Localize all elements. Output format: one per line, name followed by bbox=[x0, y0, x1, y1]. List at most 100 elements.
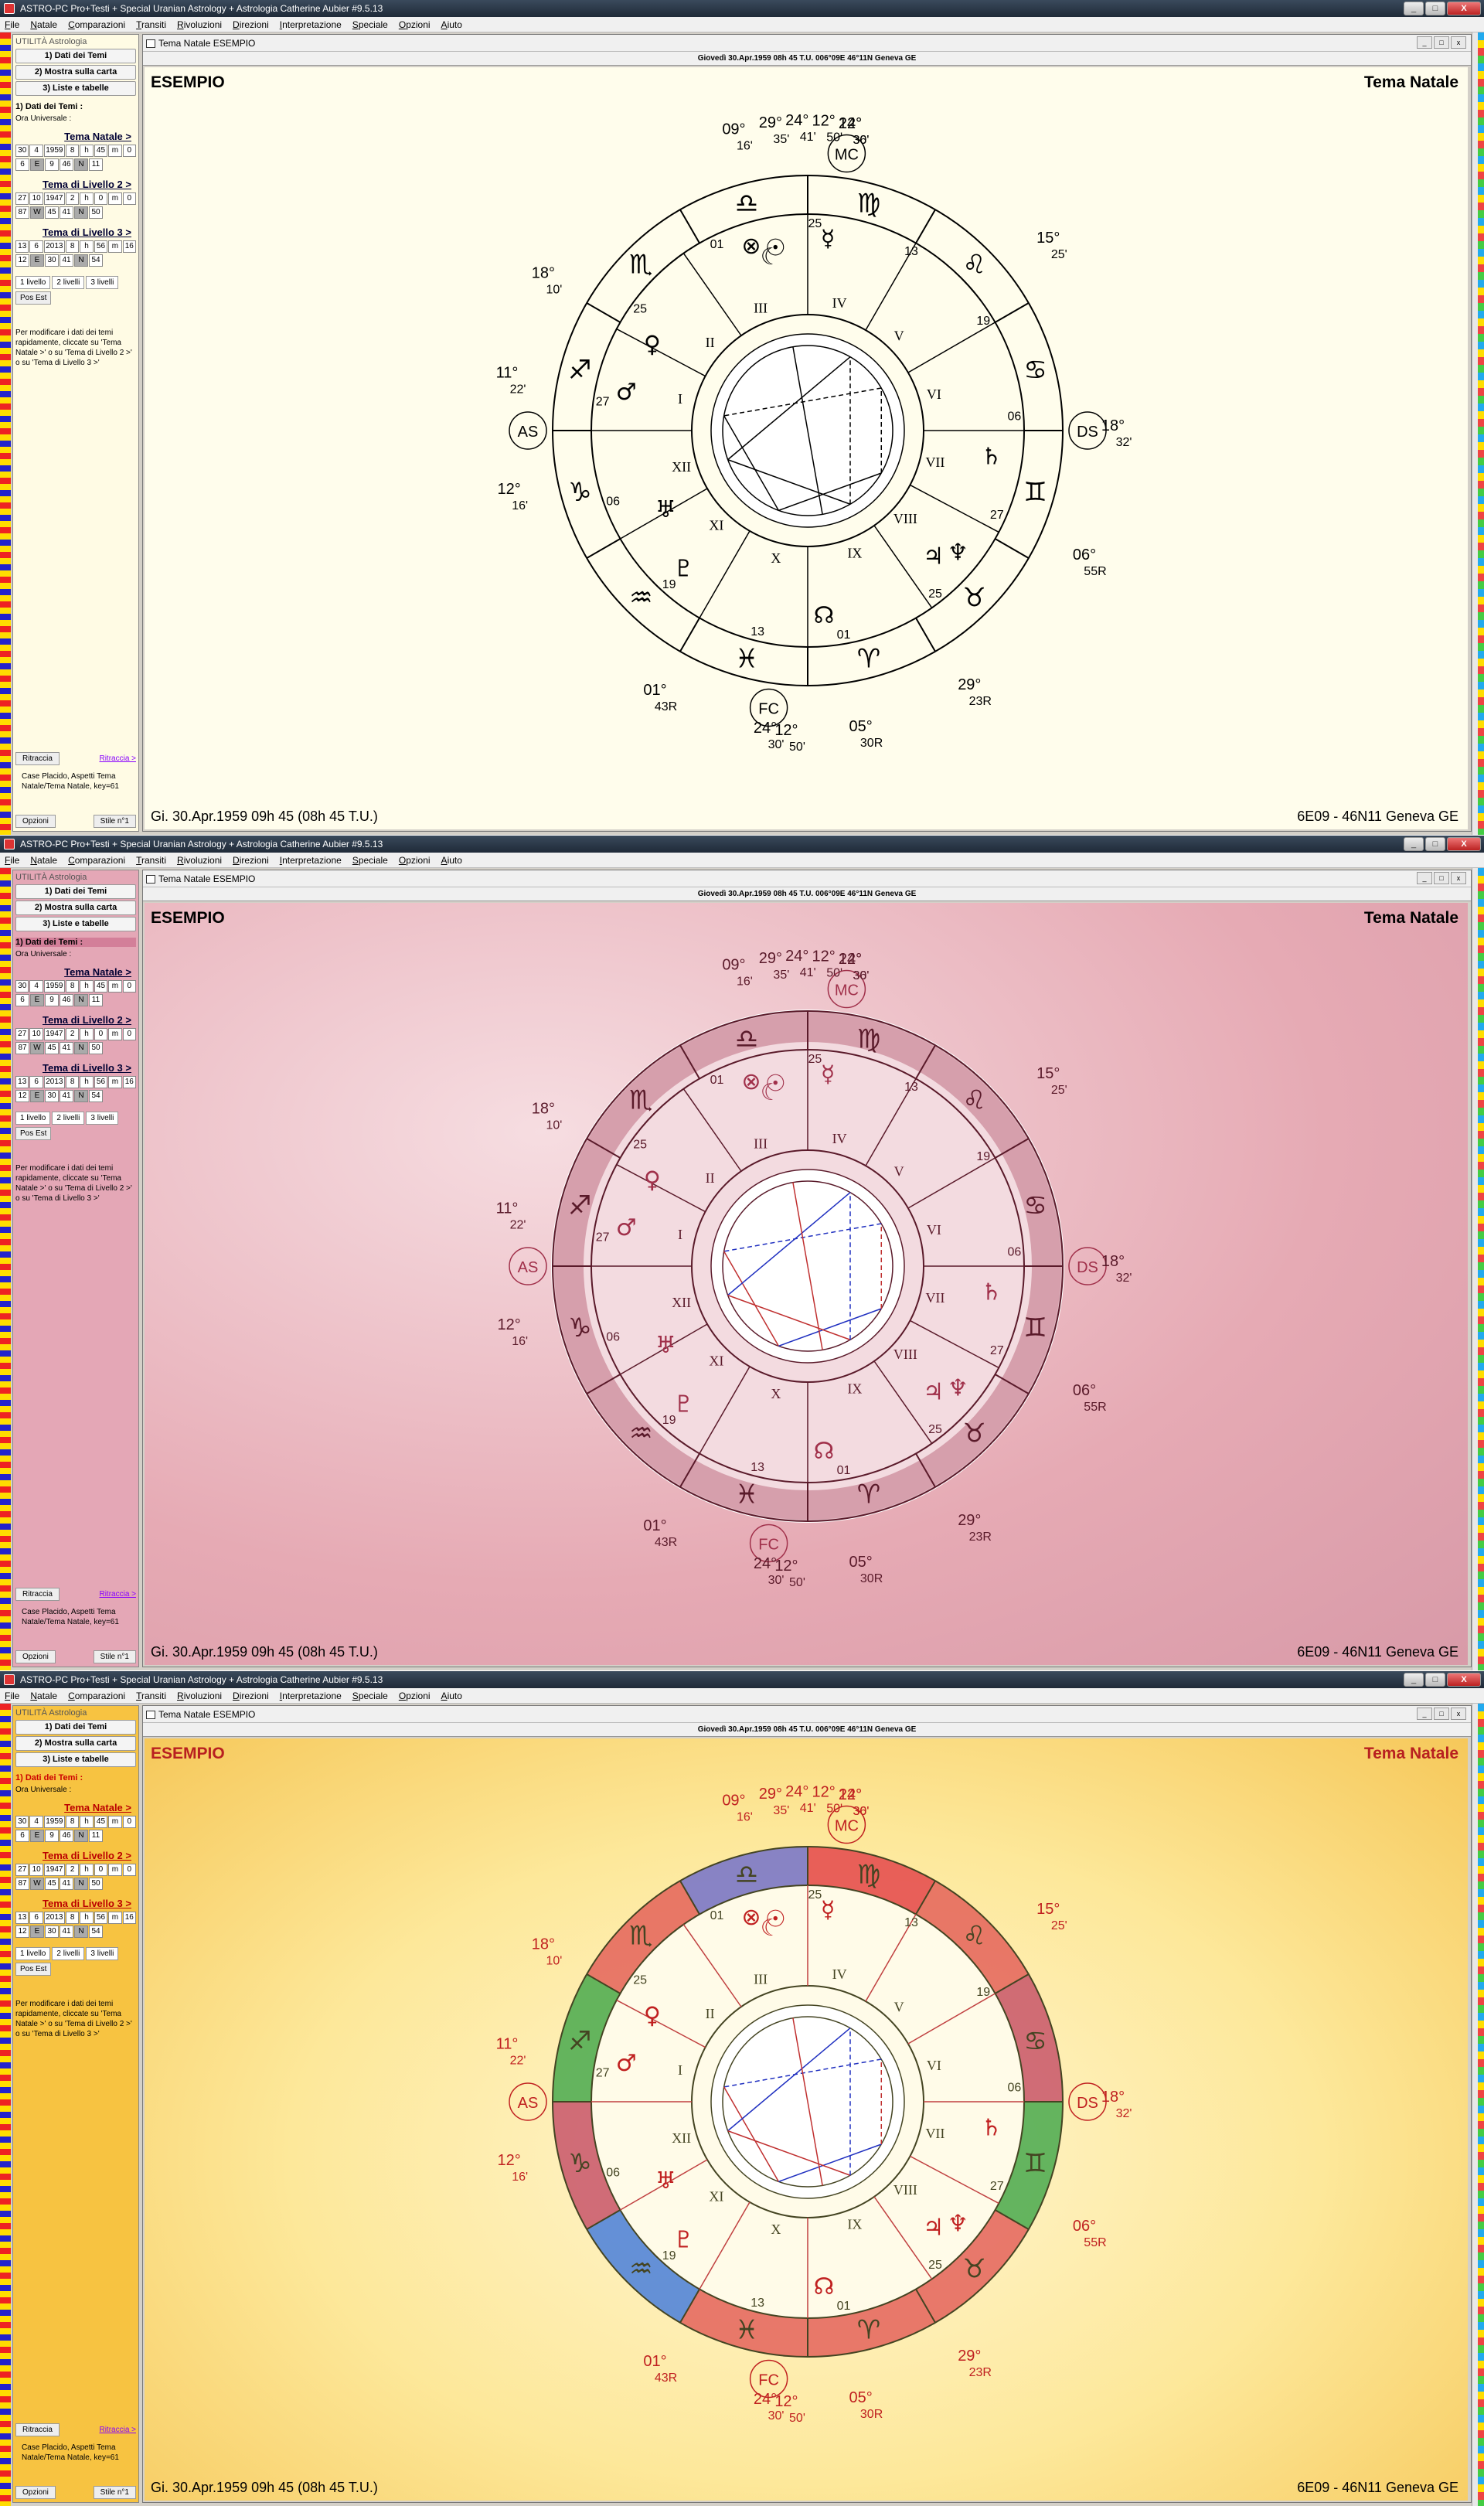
chart-area[interactable]: ESEMPIO Tema Natale ♈ ♉ ♊ ♋ ♌ ♍ ♎ ♏ ♐ ♑ ♒ ♓ I II III IV… bbox=[145, 903, 1468, 1665]
1-livello-button[interactable]: 1 livello bbox=[15, 276, 51, 289]
menu-direzioni[interactable]: Direzioni bbox=[233, 855, 269, 866]
livello3-link[interactable]: Tema di Livello 3 > bbox=[15, 1898, 131, 1909]
menu-rivoluzioni[interactable]: Rivoluzioni bbox=[177, 19, 222, 30]
date-cell[interactable]: 54 bbox=[89, 1925, 103, 1938]
date-cell[interactable]: 1959 bbox=[43, 145, 65, 157]
opzioni-button[interactable]: Opzioni bbox=[15, 815, 56, 828]
dati-temi-button[interactable]: 1) Dati dei Temi bbox=[15, 1720, 136, 1735]
date-cell[interactable]: m bbox=[108, 1076, 122, 1088]
ritraccia-link[interactable]: Ritraccia > bbox=[99, 1590, 136, 1599]
date-cell[interactable]: 46 bbox=[60, 994, 73, 1006]
date-cell[interactable]: h bbox=[80, 1028, 94, 1040]
date-cell[interactable]: 9 bbox=[45, 1830, 59, 1842]
date-cell[interactable]: 11 bbox=[89, 994, 103, 1006]
menu-comparazioni[interactable]: Comparazioni bbox=[68, 1691, 125, 1701]
date-cell[interactable]: 8 bbox=[65, 145, 80, 157]
date-cell[interactable]: 46 bbox=[60, 1830, 73, 1842]
chart-close-button[interactable]: x bbox=[1451, 872, 1466, 884]
1-livello-button[interactable]: 1 livello bbox=[15, 1112, 51, 1125]
date-cell[interactable]: m bbox=[108, 1028, 122, 1040]
date-cell[interactable]: 41 bbox=[60, 1878, 73, 1890]
date-cell[interactable]: 54 bbox=[89, 254, 103, 267]
menu-opzioni[interactable]: Opzioni bbox=[399, 1691, 431, 1701]
date-cell[interactable]: 11 bbox=[89, 158, 103, 171]
date-cell[interactable]: 8 bbox=[65, 980, 80, 993]
date-cell[interactable]: 8 bbox=[65, 1912, 80, 1924]
date-cell[interactable]: m bbox=[108, 192, 122, 205]
date-cell[interactable]: m bbox=[108, 1864, 122, 1876]
date-cell[interactable]: 30 bbox=[45, 1090, 59, 1102]
date-cell[interactable]: 10 bbox=[29, 1864, 43, 1876]
menu-transiti[interactable]: Transiti bbox=[136, 855, 166, 866]
menu-transiti[interactable]: Transiti bbox=[136, 1691, 166, 1701]
date-cell[interactable]: W bbox=[30, 206, 44, 219]
date-cell[interactable]: N bbox=[74, 1090, 88, 1102]
pos-est-button[interactable]: Pos Est bbox=[15, 1963, 52, 1976]
date-cell[interactable]: E bbox=[30, 994, 44, 1006]
date-cell[interactable]: h bbox=[80, 145, 94, 157]
date-cell[interactable]: 4 bbox=[29, 980, 43, 993]
date-cell[interactable]: 30 bbox=[15, 980, 29, 993]
menu-natale[interactable]: Natale bbox=[30, 855, 57, 866]
date-cell[interactable]: W bbox=[30, 1878, 44, 1890]
chart-max-button[interactable]: □ bbox=[1434, 872, 1449, 884]
2-livelli-button[interactable]: 2 livelli bbox=[52, 1947, 85, 1960]
date-cell[interactable]: 0 bbox=[122, 1816, 137, 1828]
date-cell[interactable]: m bbox=[108, 980, 122, 993]
date-cell[interactable]: N bbox=[74, 1925, 88, 1938]
date-cell[interactable]: 0 bbox=[122, 145, 137, 157]
date-cell[interactable]: 45 bbox=[45, 206, 59, 219]
livello2-link[interactable]: Tema di Livello 2 > bbox=[15, 1014, 131, 1026]
date-cell[interactable]: 16 bbox=[122, 1076, 137, 1088]
date-cell[interactable]: 41 bbox=[60, 1042, 73, 1054]
menu-aiuto[interactable]: Aiuto bbox=[441, 855, 462, 866]
date-cell[interactable]: 9 bbox=[45, 158, 59, 171]
date-cell[interactable]: h bbox=[80, 1864, 94, 1876]
menu-speciale[interactable]: Speciale bbox=[352, 855, 388, 866]
ritraccia-button[interactable]: Ritraccia bbox=[15, 2423, 60, 2436]
date-cell[interactable]: 2013 bbox=[43, 240, 65, 253]
date-cell[interactable]: 6 bbox=[29, 1912, 43, 1924]
date-cell[interactable]: 0 bbox=[122, 1864, 137, 1876]
chart-area[interactable]: ESEMPIO Tema Natale ♈ ♉ ♊ ♋ ♌ ♍ ♎ ♏ ♐ ♑ ♒ ♓ I II III IV… bbox=[145, 1738, 1468, 2501]
date-cell[interactable]: 41 bbox=[60, 206, 73, 219]
chart-min-button[interactable]: _ bbox=[1417, 1708, 1432, 1720]
date-cell[interactable]: 0 bbox=[94, 1864, 108, 1876]
livello2-link[interactable]: Tema di Livello 2 > bbox=[15, 1850, 131, 1861]
date-cell[interactable]: 56 bbox=[94, 240, 108, 253]
date-cell[interactable]: h bbox=[80, 1076, 94, 1088]
date-cell[interactable]: 50 bbox=[89, 206, 103, 219]
date-cell[interactable]: N bbox=[74, 158, 88, 171]
date-cell[interactable]: 1959 bbox=[43, 1816, 65, 1828]
natal-wheel[interactable]: ♈♉♊♋♌♍♎♏♐♑♒♓IIIIII IVVVIVIIVIIIIXXXIXII☉☾… bbox=[464, 903, 1152, 1665]
date-cell[interactable]: 0 bbox=[122, 980, 137, 993]
menu-natale[interactable]: Natale bbox=[30, 19, 57, 30]
date-cell[interactable]: 0 bbox=[122, 192, 137, 205]
date-cell[interactable]: 10 bbox=[29, 192, 43, 205]
date-cell[interactable]: 41 bbox=[60, 254, 73, 267]
chart-max-button[interactable]: □ bbox=[1434, 1708, 1449, 1720]
date-cell[interactable]: 56 bbox=[94, 1076, 108, 1088]
chart-min-button[interactable]: _ bbox=[1417, 872, 1432, 884]
3-livelli-button[interactable]: 3 livelli bbox=[86, 276, 119, 289]
chart-area[interactable]: ESEMPIO Tema Natale ♈ ♉ ♊ ♋ ♌ ♍ ♎ ♏ ♐ ♑ ♒ ♓ I II III IV… bbox=[145, 67, 1468, 829]
date-cell[interactable]: 27 bbox=[15, 1028, 29, 1040]
date-cell[interactable]: 45 bbox=[45, 1878, 59, 1890]
date-cell[interactable]: h bbox=[80, 192, 94, 205]
close-button[interactable]: X bbox=[1447, 1673, 1481, 1687]
menu-aiuto[interactable]: Aiuto bbox=[441, 1691, 462, 1701]
date-cell[interactable]: 1947 bbox=[43, 1864, 65, 1876]
menu-rivoluzioni[interactable]: Rivoluzioni bbox=[177, 1691, 222, 1701]
date-cell[interactable]: 45 bbox=[94, 1816, 108, 1828]
menu-interpretazione[interactable]: Interpretazione bbox=[280, 855, 342, 866]
date-cell[interactable]: 1947 bbox=[43, 1028, 65, 1040]
date-cell[interactable]: 11 bbox=[89, 1830, 103, 1842]
date-cell[interactable]: W bbox=[30, 1042, 44, 1054]
ritraccia-button[interactable]: Ritraccia bbox=[15, 752, 60, 765]
ritraccia-button[interactable]: Ritraccia bbox=[15, 1588, 60, 1601]
menu-comparazioni[interactable]: Comparazioni bbox=[68, 19, 125, 30]
date-cell[interactable]: 56 bbox=[94, 1912, 108, 1924]
close-button[interactable]: X bbox=[1447, 837, 1481, 851]
liste-tabelle-button[interactable]: 3) Liste e tabelle bbox=[15, 1752, 136, 1767]
menu-opzioni[interactable]: Opzioni bbox=[399, 19, 431, 30]
